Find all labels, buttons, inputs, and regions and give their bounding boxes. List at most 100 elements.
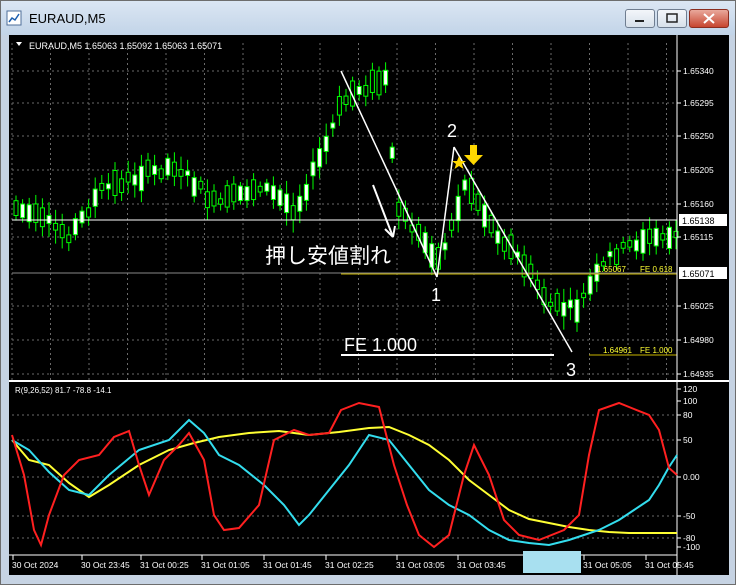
candle-body [264, 182, 270, 192]
title-bar[interactable]: EURAUD,M5 [1, 1, 735, 35]
candle-body [86, 207, 92, 218]
candle-body [462, 179, 468, 191]
candle-body [211, 190, 217, 207]
candle-body [310, 161, 316, 177]
window-title: EURAUD,M5 [29, 11, 106, 26]
candle-body [59, 223, 65, 239]
price-tick-label: 1.65340 [683, 66, 714, 76]
down-arrow-signal-icon [464, 145, 483, 165]
minimize-button[interactable] [625, 9, 655, 28]
candle-body [468, 177, 474, 204]
candle-body [336, 96, 342, 116]
candle-body [376, 70, 382, 96]
fe-1000-price: 1.64961 [603, 346, 632, 355]
candle-body [389, 146, 395, 159]
candle-body [455, 195, 461, 222]
candle-body [145, 159, 151, 177]
price-tick-label: 1.64935 [683, 369, 714, 379]
indicator-axis: 12010080500.00-50-80-100 [677, 384, 700, 552]
time-highlight [523, 551, 581, 573]
indicator-tick-label: -100 [683, 542, 700, 552]
time-tick-label: 30 Oct 23:45 [81, 560, 130, 570]
time-tick-label: 31 Oct 03:45 [457, 560, 506, 570]
candle-body [475, 193, 481, 211]
candle-body [251, 179, 257, 201]
candle-body [640, 229, 646, 254]
candle-body [284, 193, 290, 214]
price-tick-label: 1.65160 [683, 199, 714, 209]
candle-body [343, 95, 349, 105]
price-tick-label: 1.65250 [683, 131, 714, 141]
close-button[interactable] [689, 9, 729, 28]
break-annotation: 押し安値割れ [265, 245, 391, 268]
fe-0618-price: 1.65067 [597, 265, 626, 274]
candle-body [297, 195, 303, 212]
candle-body [277, 189, 283, 207]
candle-body [567, 299, 573, 309]
candle-body [614, 248, 620, 265]
candle-body [653, 227, 659, 247]
candle-body [231, 183, 237, 203]
point-1-label: 1 [431, 285, 441, 305]
point-2-label: 2 [447, 121, 457, 141]
candle-body [257, 185, 263, 193]
price-tick-label: 1.65205 [683, 165, 714, 175]
candle-body [270, 185, 276, 200]
fe-1000-label: FE 1.000 [640, 346, 673, 355]
candle-body [290, 205, 296, 221]
candle-body [204, 191, 210, 209]
candle-body [13, 200, 19, 217]
candle-body [396, 201, 402, 217]
rsi-fast-line [11, 401, 678, 549]
candle-body [119, 178, 125, 193]
candle-body [383, 69, 389, 86]
point-3-label: 3 [566, 360, 576, 380]
candle-body [138, 165, 144, 192]
candle-body [112, 169, 118, 197]
candle-body [185, 170, 191, 176]
fe-annotation: FE 1.000 [344, 335, 417, 355]
dropdown-triangle-icon[interactable] [16, 42, 22, 46]
candle-body [99, 182, 105, 191]
candle-body [660, 233, 666, 241]
app-window: EURAUD,M5 押し安値割れ 1 2 3 FE 1.000 1.65067 … [0, 0, 736, 585]
chart-header: EURAUD,M5 1.65063 1.65092 1.65063 1.6507… [29, 41, 222, 51]
time-axis: 30 Oct 2024 30 Oct 23:45 31 Oct 00:25 31 Oc… [12, 555, 694, 570]
candle-body [574, 299, 580, 323]
candle-body [581, 292, 587, 299]
indicator-header: R(9,26,52) 81.7 -78.8 -14.1 [15, 386, 112, 395]
candle-body [647, 228, 653, 244]
candle-body [53, 222, 59, 231]
star-signal-icon [452, 156, 466, 169]
candle-body [26, 204, 32, 223]
chart-icon [6, 10, 22, 26]
candle-body [607, 250, 613, 258]
price-tick-label: 1.65025 [683, 301, 714, 311]
candle-body [92, 188, 98, 207]
candle-body [548, 301, 554, 307]
price-tick-label: 1.64980 [683, 335, 714, 345]
candle-body [482, 204, 488, 228]
candle-body [105, 183, 111, 190]
indicator-tick-label: 50 [683, 435, 693, 445]
chart-area[interactable]: 押し安値割れ 1 2 3 FE 1.000 1.65067 FE 0.618 1… [9, 35, 729, 575]
candle-body [561, 302, 567, 317]
time-tick-label: 31 Oct 00:25 [140, 560, 189, 570]
time-tick-label: 31 Oct 03:05 [396, 560, 445, 570]
candle-body [554, 292, 560, 312]
candle-body [627, 240, 633, 248]
indicator-grid [12, 414, 677, 539]
candle-body [39, 207, 45, 228]
candle-body [488, 214, 494, 234]
close-icon [703, 13, 715, 24]
candle-body [633, 239, 639, 252]
current-price-label: 1.65071 [682, 269, 715, 279]
time-tick-label: 30 Oct 2024 [12, 560, 59, 570]
maximize-button[interactable] [657, 9, 687, 28]
candle-body [449, 219, 455, 231]
candle-body [587, 275, 593, 295]
candle-body [237, 185, 243, 202]
candle-body [501, 236, 507, 252]
candle-body [198, 180, 204, 190]
candle-body [132, 174, 138, 186]
